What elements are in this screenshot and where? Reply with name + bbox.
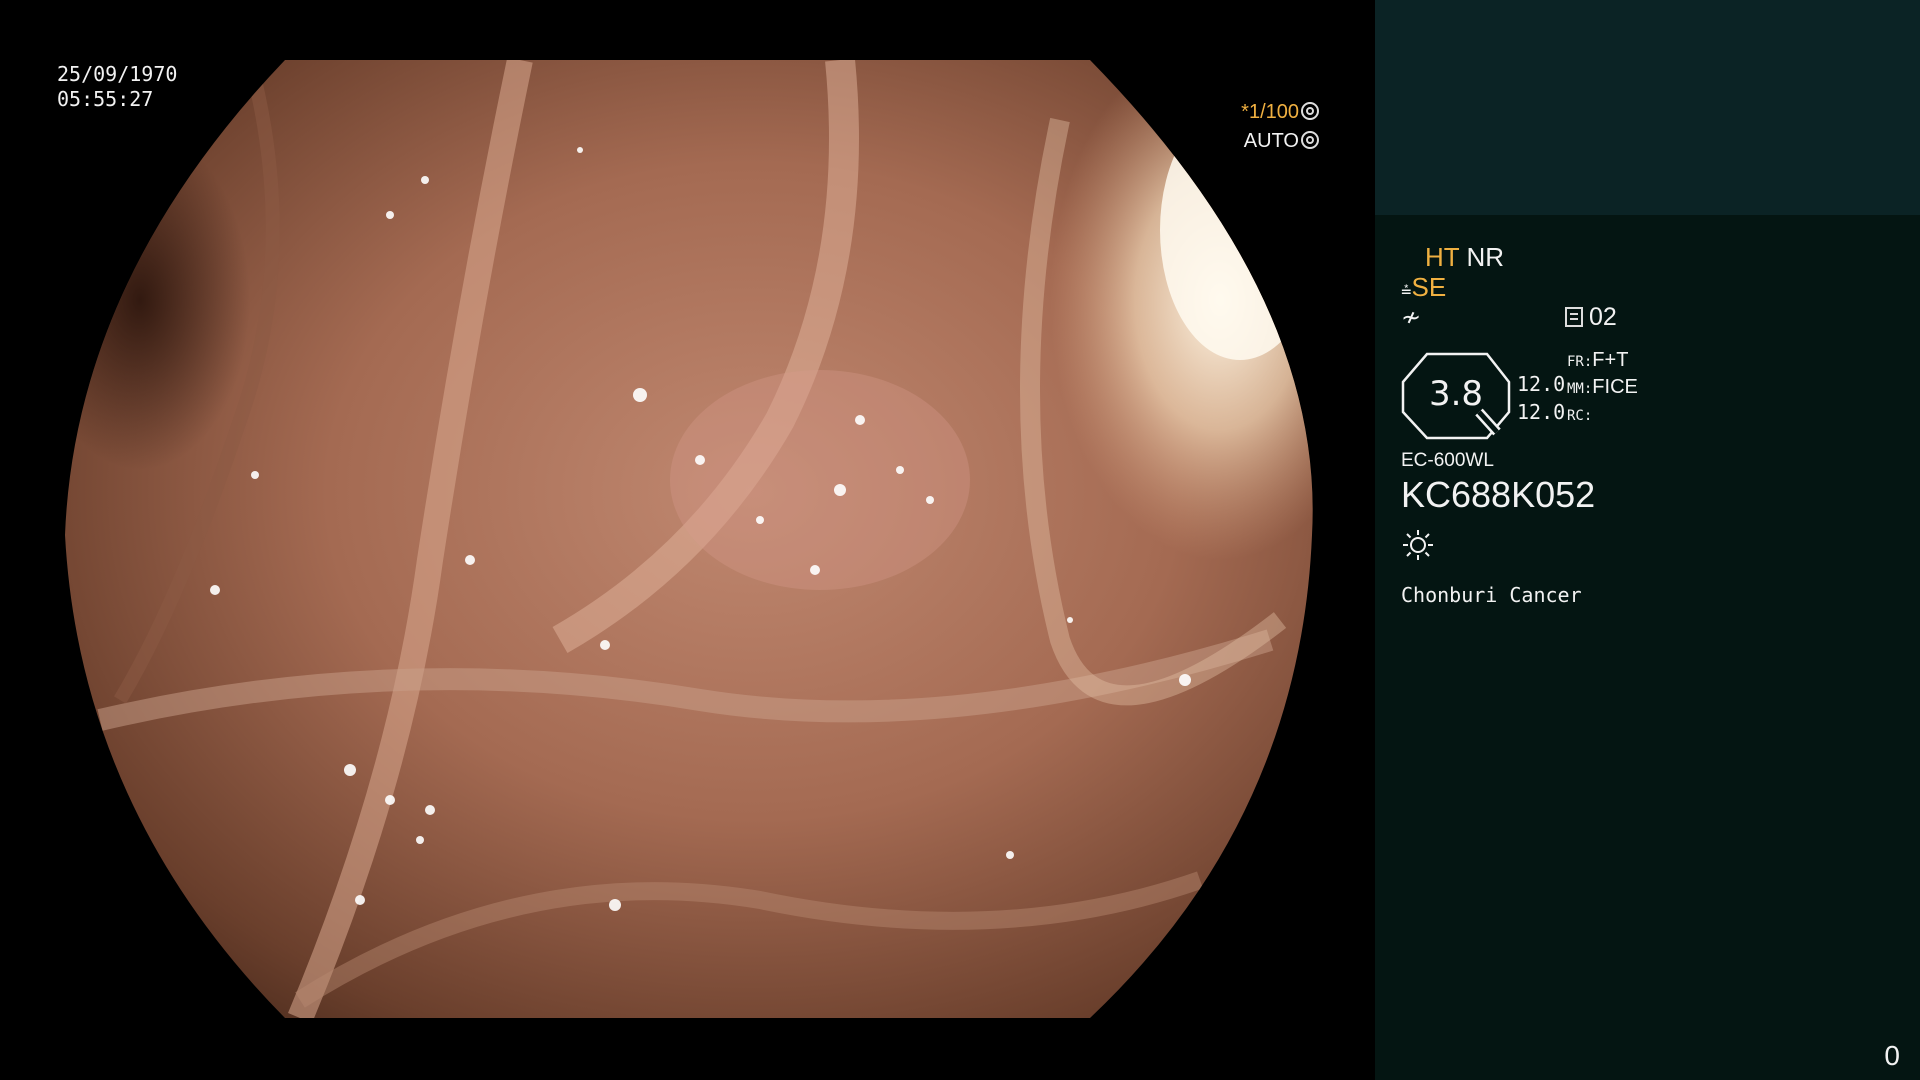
image-count-value: 02 bbox=[1589, 303, 1617, 331]
pressure-1: 12.0 bbox=[1517, 372, 1566, 396]
corner-index: 0 bbox=[1884, 1040, 1900, 1071]
rc-row: RC: bbox=[1567, 402, 1638, 429]
fr-label: FR: bbox=[1567, 354, 1593, 370]
panel-header-area bbox=[1375, 0, 1920, 215]
rc-label: RC: bbox=[1567, 408, 1593, 424]
iris-mode: AUTO bbox=[1243, 130, 1299, 152]
date-time-readout: 25/09/1970 05:55:27 bbox=[57, 62, 177, 112]
mm-label: MM: bbox=[1567, 381, 1593, 397]
enhancement-nr: NR bbox=[1466, 242, 1504, 272]
fr-value: F+T bbox=[1592, 349, 1629, 371]
mode-se: SE bbox=[1411, 272, 1447, 302]
fr-row: FR:F+T bbox=[1567, 348, 1638, 375]
endoscopic-image bbox=[65, 60, 1313, 1018]
time: 05:55:27 bbox=[57, 87, 154, 111]
image-count: 02 bbox=[1565, 303, 1617, 332]
iris-ring-icon bbox=[1301, 131, 1319, 149]
document-icon bbox=[1565, 307, 1583, 327]
shutter-row: *1/100 bbox=[1241, 98, 1319, 127]
shutter-ring-icon bbox=[1301, 102, 1319, 120]
date: 25/09/1970 bbox=[57, 62, 178, 86]
scope-model: EC-600WL bbox=[1401, 450, 1494, 471]
status-panel: HT NR ⩮SE ≁ 02 3.8 12.0 12.0 FR:F+T MM:F… bbox=[1375, 0, 1920, 1080]
brightness-sun-icon bbox=[1403, 530, 1433, 560]
pressure-values: 12.0 12.0 bbox=[1517, 370, 1565, 426]
mm-value: FICE bbox=[1592, 376, 1638, 398]
enhancement-ht: HT bbox=[1425, 242, 1460, 272]
mode-settings: FR:F+T MM:FICE RC: bbox=[1567, 348, 1638, 429]
shutter-speed: *1/100 bbox=[1241, 101, 1299, 123]
freeze-icon: ≁ bbox=[1401, 304, 1422, 331]
exposure-readout: *1/100 AUTO bbox=[1241, 98, 1319, 156]
pressure-2: 12.0 bbox=[1517, 400, 1566, 424]
endoscopic-view: 25/09/1970 05:55:27 *1/100 AUTO bbox=[0, 0, 1375, 1080]
enhancement-row: HT NR bbox=[1425, 242, 1504, 273]
se-row: ⩮SE bbox=[1401, 272, 1446, 303]
iris-row: AUTO bbox=[1241, 127, 1319, 156]
mm-row: MM:FICE bbox=[1567, 375, 1638, 402]
institution-name: Chonburi Cancer bbox=[1401, 583, 1582, 607]
scope-angle-icon: ⩮ bbox=[1401, 280, 1412, 300]
octagon-value: 3.8 bbox=[1428, 374, 1484, 414]
scope-serial: KC688K052 bbox=[1401, 474, 1596, 515]
